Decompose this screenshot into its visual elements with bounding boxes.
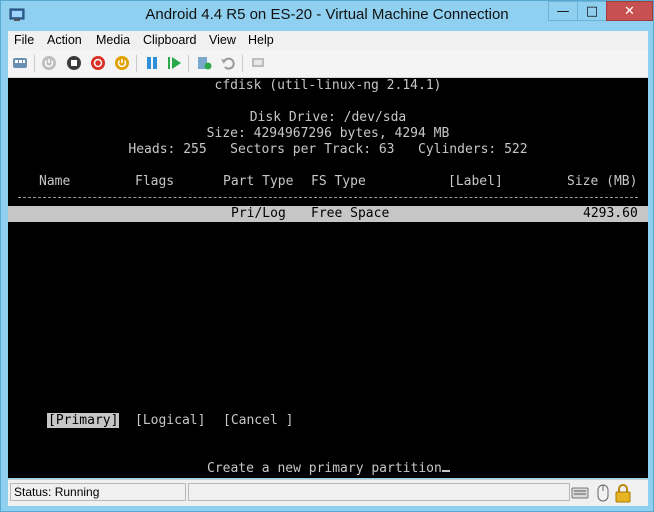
text-cursor [441,470,450,472]
resume-icon[interactable] [167,55,183,71]
keyboard-icon [571,487,589,499]
disk-size-line: Size: 4294967296 bytes, 4294 MB [206,126,450,141]
vm-connection-window: Android 4.4 R5 on ES-20 - Virtual Machin… [0,0,654,512]
title-bar[interactable]: Android 4.4 R5 on ES-20 - Virtual Machin… [1,1,653,31]
minimize-button[interactable]: — [548,1,578,21]
column-header-fs-type: FS Type [311,174,366,189]
menu-bar: File Action Media Clipboard View Help [8,31,648,50]
option-primary-label: [Primary] [47,413,120,428]
partition-row-selected[interactable]: Pri/Log Free Space 4293.60 [8,206,648,222]
menu-clipboard[interactable]: Clipboard [143,33,197,47]
maximize-button[interactable]: □ [577,1,607,21]
prompt-line: Create a new primary partition [207,461,450,476]
toolbar-separator [136,55,137,72]
column-header-name: Name [39,174,71,189]
column-header-flags: Flags [135,174,175,189]
checkpoint-icon[interactable] [196,55,212,71]
menu-view[interactable]: View [209,33,236,47]
close-button[interactable]: ✕ [606,1,653,21]
menu-file[interactable]: File [14,33,34,47]
toolbar-separator [34,55,35,72]
pause-icon[interactable] [144,55,160,71]
row-size: 4293.60 [583,206,638,221]
mouse-icon [597,484,609,502]
lock-icon [615,484,631,503]
revert-icon[interactable] [220,55,236,71]
start-icon[interactable] [41,55,57,71]
status-text: Status: Running [10,483,186,501]
disk-drive-line: Disk Drive: /dev/sda [249,110,407,125]
shutdown-icon[interactable] [90,55,106,71]
column-header-size: Size (MB) [567,174,638,189]
header-divider [18,197,638,198]
turn-off-icon[interactable] [66,55,82,71]
menu-help[interactable]: Help [248,33,274,47]
menu-media[interactable]: Media [96,33,130,47]
vm-console-screen[interactable]: cfdisk (util-linux-ng 2.14.1) Disk Drive… [8,78,648,478]
option-logical[interactable]: [Logical] [135,413,205,428]
toolbar [8,50,648,78]
row-fs-type: Free Space [311,206,390,221]
ctrl-alt-del-icon[interactable] [12,55,28,71]
column-header-label: [Label] [448,174,503,189]
prompt-text: Create a new primary partition [207,461,442,476]
option-cancel[interactable]: [Cancel ] [223,413,293,428]
cfdisk-title: cfdisk (util-linux-ng 2.14.1) [214,78,442,93]
disk-geometry-line: Heads: 255 Sectors per Track: 63 Cylinde… [128,142,528,157]
status-empty-panel [188,483,570,501]
toolbar-separator [242,55,243,72]
enhanced-session-icon[interactable] [250,55,266,71]
toolbar-separator [188,55,189,72]
option-primary[interactable]: [Primary] [47,413,120,428]
menu-action[interactable]: Action [47,33,82,47]
save-icon[interactable] [114,55,130,71]
column-header-part-type: Part Type [223,174,294,189]
row-part-type: Pri/Log [231,206,286,221]
status-bar: Status: Running [8,479,648,506]
